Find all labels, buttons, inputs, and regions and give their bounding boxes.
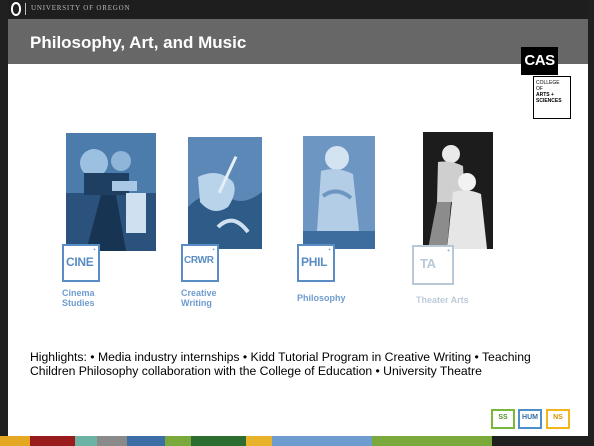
code-box-corner-mark: + xyxy=(93,247,96,253)
program-name-line1: Theater Arts xyxy=(416,295,469,305)
program-name-cinema: Cinema Studies xyxy=(62,288,95,308)
code-box-corner-mark: + xyxy=(212,247,215,253)
program-name-creative-writing: Creative Writing xyxy=(181,288,217,308)
program-philosophy: + PHIL Philosophy xyxy=(296,133,406,323)
strip-segment xyxy=(272,436,372,446)
highlights-text: Highlights: • Media industry internships… xyxy=(30,350,531,378)
cinema-camera-photo xyxy=(66,133,156,251)
program-name-line1: Philosophy xyxy=(297,293,346,303)
strip-segment xyxy=(492,436,594,446)
strip-segment xyxy=(191,436,246,446)
strip-segment xyxy=(30,436,75,446)
university-name: University of Oregon xyxy=(31,4,131,12)
strip-segment xyxy=(97,436,127,446)
tag-code: HUM xyxy=(522,414,538,421)
tag-code: NS xyxy=(553,414,563,421)
code-box-corner-mark: + xyxy=(447,248,450,254)
program-code-crwr: CRWR xyxy=(184,255,214,266)
strip-segment xyxy=(372,436,492,446)
program-code-cine: CINE xyxy=(66,255,94,269)
slide-frame-right xyxy=(588,0,594,446)
title-band: Philosophy, Art, and Music xyxy=(8,19,588,64)
creative-writing-photo xyxy=(188,137,262,249)
program-name-line2: Writing xyxy=(181,298,212,308)
header-divider xyxy=(25,3,26,15)
slide-frame-left xyxy=(0,0,8,446)
philosophy-statue-photo xyxy=(303,136,375,249)
program-code-phil: PHIL xyxy=(301,255,328,269)
university-header-bar: University of Oregon xyxy=(0,0,594,19)
uo-o-logo-icon xyxy=(11,2,21,16)
cas-line-sciences: SCIENCES xyxy=(536,98,562,104)
program-name-line1: Creative xyxy=(181,288,217,298)
tag-code: SS xyxy=(498,414,508,421)
bottom-color-strip xyxy=(0,436,594,446)
strip-segment xyxy=(165,436,191,446)
tag-humanities: HUM xyxy=(518,409,542,429)
theater-arts-photo xyxy=(423,132,493,249)
program-name-line1: Cinema xyxy=(62,288,95,298)
program-cinema-studies: + CINE Cinema Studies xyxy=(62,133,172,323)
code-box-corner-mark: + xyxy=(328,247,331,253)
strip-segment xyxy=(0,436,30,446)
tag-natural-sciences: NS xyxy=(546,409,570,429)
strip-segment xyxy=(127,436,165,446)
program-name-theater-arts: Theater Arts xyxy=(416,295,469,305)
tag-social-sciences: SS xyxy=(491,409,515,429)
college-of-arts-sciences-logo: COLLEGE OF ARTS + SCIENCES xyxy=(533,76,571,119)
slide-title: Philosophy, Art, and Music xyxy=(30,33,247,52)
strip-segment xyxy=(75,436,97,446)
program-theater-arts: + TA Theater Arts xyxy=(410,132,520,323)
program-name-line2: Studies xyxy=(62,298,95,308)
program-code-ta: TA xyxy=(420,256,436,271)
strip-segment xyxy=(246,436,272,446)
slide: University of Oregon Philosophy, Art, an… xyxy=(0,0,594,446)
program-creative-writing: + CRWR Creative Writing xyxy=(181,133,291,323)
program-name-philosophy: Philosophy xyxy=(297,293,346,303)
cas-badge-logo: CAS xyxy=(521,47,558,75)
